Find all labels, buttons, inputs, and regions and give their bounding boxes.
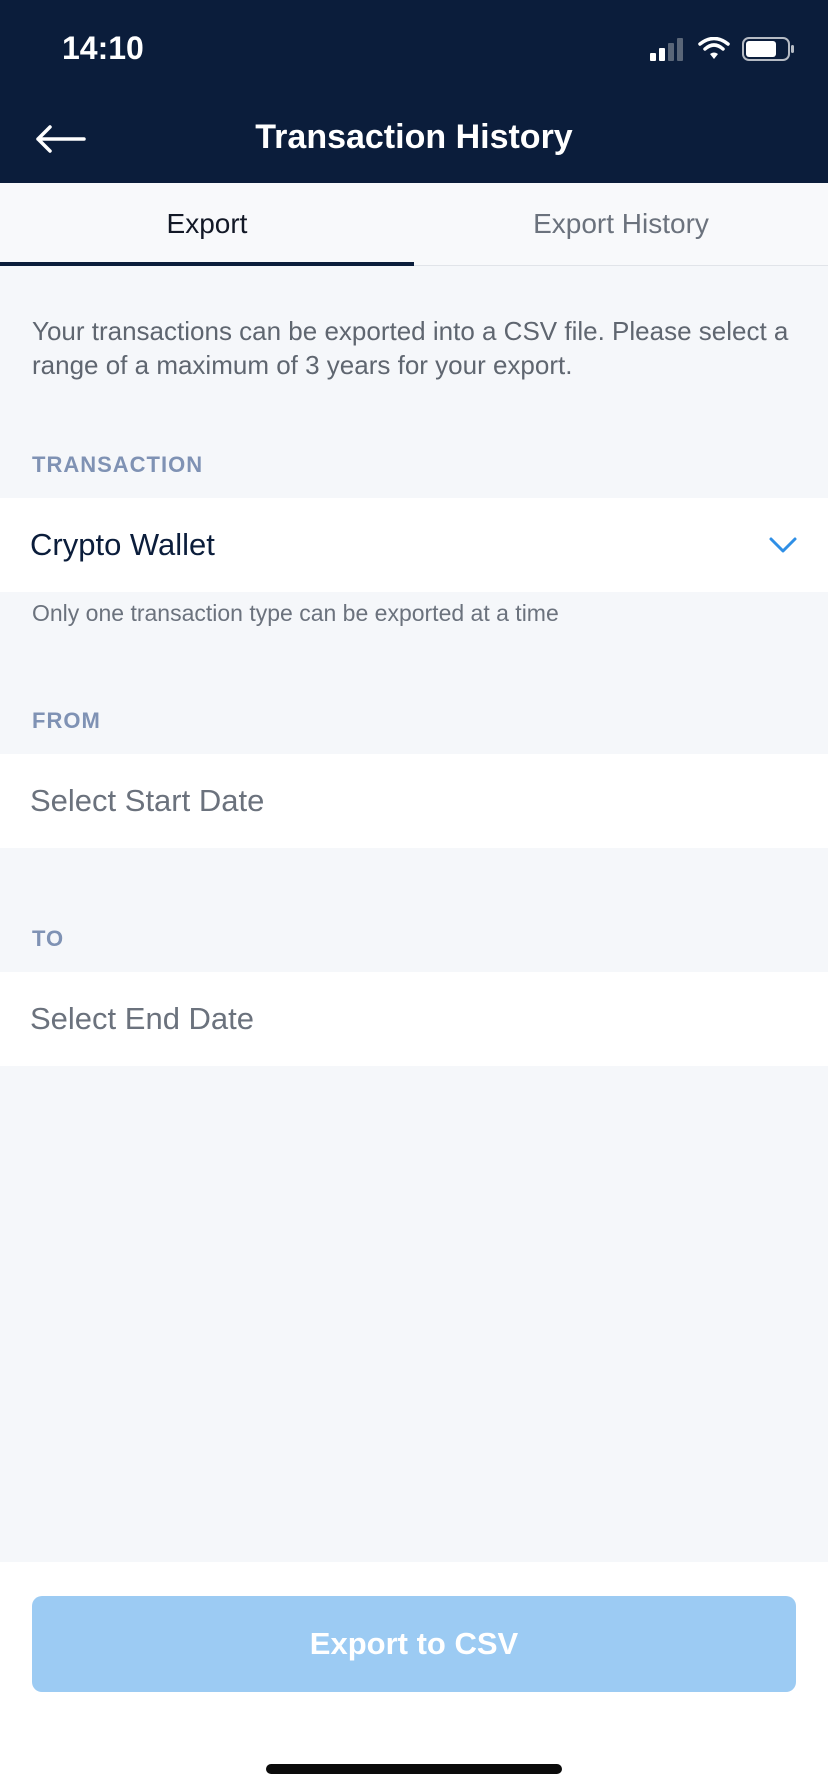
signal-icon (650, 37, 686, 66)
wifi-icon (698, 36, 730, 66)
export-to-csv-button[interactable]: Export to CSV (32, 1596, 796, 1692)
tab-export-history[interactable]: Export History (414, 183, 828, 265)
transaction-type-select[interactable]: Crypto Wallet (0, 498, 828, 592)
app-header: 14:10 Transaction History (0, 0, 828, 183)
transaction-label: TRANSACTION (32, 452, 204, 477)
status-time: 14:10 (62, 30, 144, 66)
export-description: Your transactions can be exported into a… (32, 316, 789, 380)
to-label: TO (32, 926, 65, 951)
status-icons (650, 36, 796, 67)
tab-export[interactable]: Export (0, 183, 414, 266)
tab-bar: Export Export History (0, 183, 828, 266)
start-date-placeholder: Select Start Date (30, 783, 265, 818)
start-date-field[interactable]: Select Start Date (0, 754, 828, 848)
page-title: Transaction History (255, 118, 573, 156)
chevron-down-icon (768, 535, 798, 555)
end-date-placeholder: Select End Date (30, 1001, 255, 1036)
end-date-field[interactable]: Select End Date (0, 972, 828, 1066)
bottom-action-area: Export to CSV (0, 1562, 828, 1792)
home-indicator (266, 1764, 562, 1774)
transaction-type-value: Crypto Wallet (30, 527, 215, 562)
from-label: FROM (32, 708, 101, 733)
battery-icon (742, 36, 796, 67)
transaction-hint: Only one transaction type can be exporte… (32, 600, 559, 626)
